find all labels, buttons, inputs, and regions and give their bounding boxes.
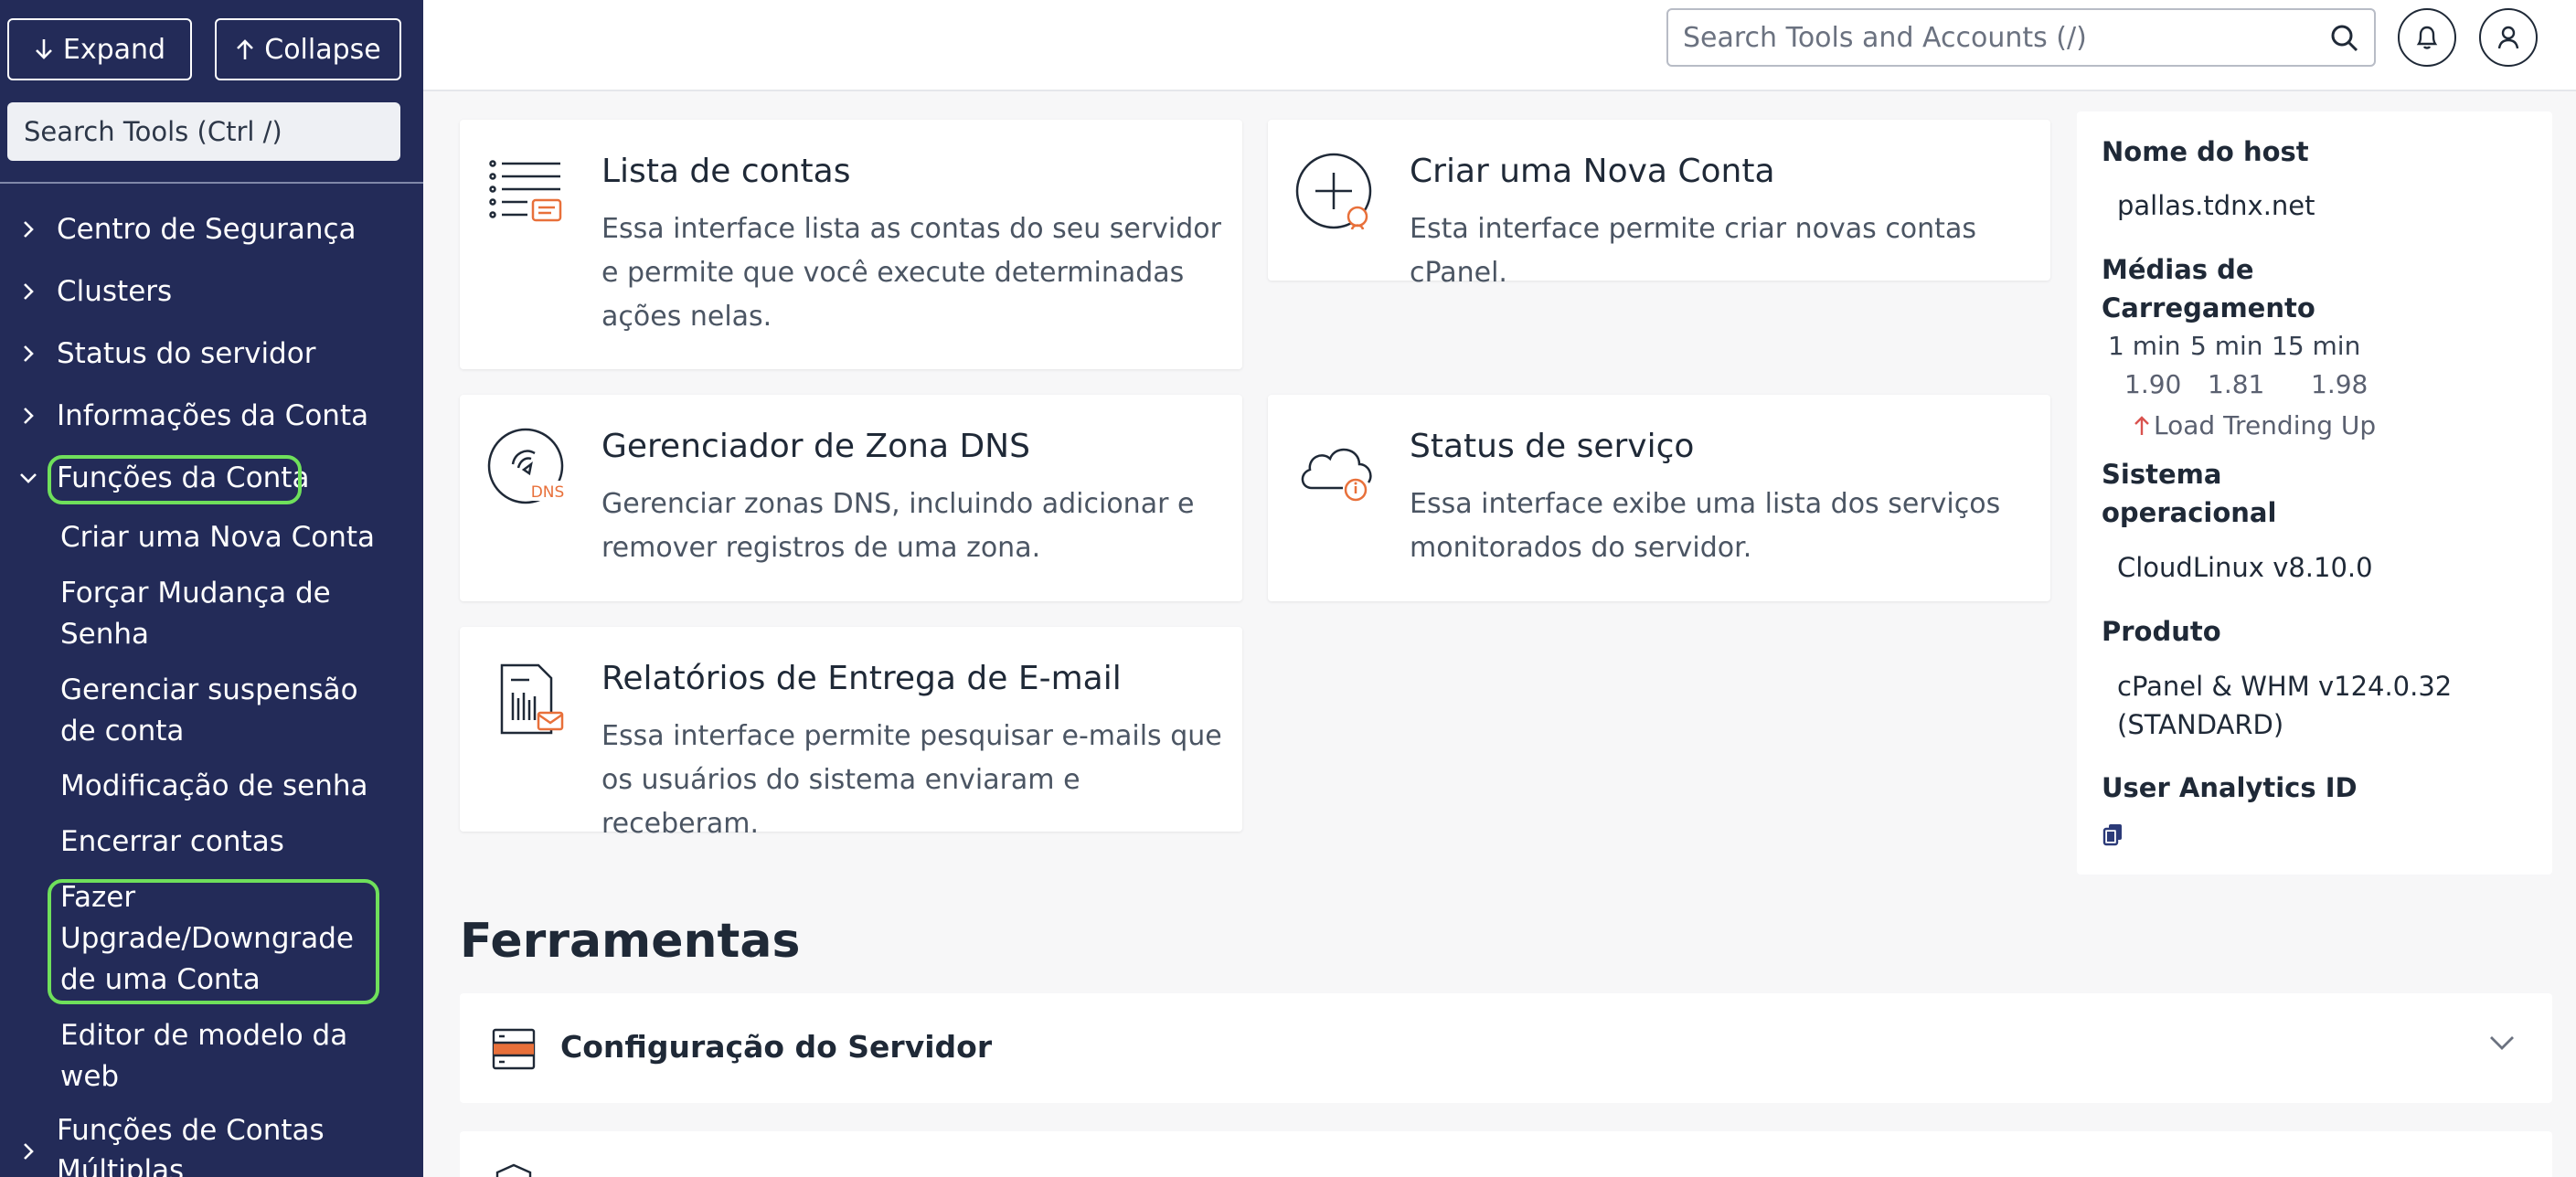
load-value-1min: 1.90	[2124, 369, 2182, 399]
arrow-up-icon	[237, 39, 254, 59]
user-menu-button[interactable]	[2479, 8, 2538, 67]
chevron-down-icon	[20, 473, 37, 483]
product-label: Produto	[2102, 616, 2221, 647]
card-title: Relatórios de Entrega de E-mail	[601, 660, 1122, 697]
chevron-right-icon	[24, 1143, 34, 1160]
sidebar-item-label: Clusters	[57, 275, 173, 308]
load-header-5min: 5 min	[2190, 331, 2263, 361]
global-search-placeholder: Search Tools and Accounts (/)	[1683, 21, 2087, 54]
server-info-panel: Nome do host pallas.tdnx.net Médias de C…	[2077, 111, 2552, 875]
top-bar: Search Tools and Accounts (/)	[423, 0, 2576, 91]
card-title: Status de serviço	[1410, 428, 1695, 465]
sidebar-subitem-manage-suspension[interactable]: Gerenciar suspensão de conta	[60, 670, 389, 752]
sidebar-item-label: Centro de Segurança	[57, 213, 357, 246]
sidebar-subitem-web-template-editor[interactable]: Editor de modelo da web	[60, 1015, 389, 1097]
card-dns-zone-manager[interactable]: DNS Gerenciador de Zona DNS Gerenciar zo…	[460, 395, 1242, 601]
sidebar-item-label: Status do servidor	[57, 337, 316, 370]
copy-icon[interactable]	[2102, 822, 2124, 846]
highlight-account-functions	[48, 455, 302, 504]
load-value-5min: 1.81	[2208, 369, 2265, 399]
global-search-input[interactable]: Search Tools and Accounts (/)	[1666, 8, 2376, 67]
card-description: Essa interface lista as contas do seu se…	[601, 213, 1221, 333]
create-account-icon	[1295, 153, 1372, 230]
card-description: Essa interface permite pesquisar e-mails…	[601, 720, 1222, 840]
sidebar-item-clusters[interactable]: Clusters	[0, 270, 423, 313]
sidebar-item-security-center[interactable]: Centro de Segurança	[0, 208, 423, 250]
collapse-button[interactable]: Collapse	[215, 18, 401, 80]
sidebar-subitem-create-account[interactable]: Criar uma Nova Conta	[60, 517, 389, 558]
load-value-15min: 1.98	[2311, 369, 2368, 399]
user-icon	[2497, 26, 2519, 49]
dns-icon: DNS	[487, 428, 568, 504]
expand-button[interactable]: Expand	[7, 18, 192, 80]
card-description: Essa interface exibe uma lista dos servi…	[1410, 488, 2001, 564]
email-report-icon	[500, 663, 564, 735]
os-label-line2: operacional	[2102, 497, 2277, 528]
os-label-line1: Sistema	[2102, 459, 2222, 490]
accordion-next-section[interactable]	[460, 1131, 2552, 1177]
sidebar-item-account-info[interactable]: Informações da Conta	[0, 395, 423, 437]
chevron-right-icon	[24, 345, 34, 362]
sidebar-divider	[0, 182, 423, 184]
hostname-label: Nome do host	[2102, 136, 2309, 167]
load-trend: Load Trending Up	[2134, 410, 2376, 440]
arrow-down-icon	[35, 39, 52, 59]
notifications-button[interactable]	[2398, 8, 2456, 67]
expand-label: Expand	[62, 33, 166, 66]
card-description: Gerenciar zonas DNS, incluindo adicionar…	[601, 488, 1195, 564]
sidebar-item-multi-account-functions[interactable]: Funções de Contas Múltiplas	[0, 1110, 423, 1177]
sidebar-subitem-force-password-change[interactable]: Forçar Mudança de Senha	[60, 573, 389, 655]
server-icon	[492, 1028, 536, 1070]
load-averages-label-line2: Carregamento	[2102, 292, 2315, 323]
sidebar-item-label: Informações da Conta	[57, 399, 369, 432]
user-analytics-label: User Analytics ID	[2102, 772, 2358, 803]
chevron-down-icon[interactable]	[2488, 1034, 2516, 1052]
sidebar-search-input[interactable]: Search Tools (Ctrl /)	[7, 102, 400, 161]
highlight-upgrade-downgrade	[48, 879, 379, 1004]
hostname-value: pallas.tdnx.net	[2117, 190, 2315, 221]
card-list-accounts[interactable]: Lista de contas Essa interface lista as …	[460, 120, 1242, 369]
product-value-line1: cPanel & WHM v124.0.32	[2117, 671, 2453, 702]
accordion-server-configuration[interactable]: Configuração do Servidor	[460, 993, 2552, 1103]
chevron-right-icon	[24, 283, 34, 300]
sidebar-subitem-terminate-accounts[interactable]: Encerrar contas	[60, 822, 389, 863]
cloud-status-icon	[1301, 448, 1372, 502]
accordion-title: Configuração do Servidor	[560, 1029, 993, 1065]
card-email-delivery-reports[interactable]: Relatórios de Entrega de E-mail Essa int…	[460, 627, 1242, 840]
svg-text:DNS: DNS	[531, 483, 565, 502]
sidebar-item-label: Funções de Contas Múltiplas	[57, 1114, 325, 1177]
card-service-status[interactable]: Status de serviço Essa interface exibe u…	[1268, 395, 2050, 601]
chevron-right-icon	[24, 408, 34, 424]
sidebar-item-server-status[interactable]: Status do servidor	[0, 333, 423, 375]
load-header-15min: 15 min	[2272, 331, 2361, 361]
load-trend-text: Load Trending Up	[2154, 410, 2377, 440]
card-title: Lista de contas	[601, 153, 851, 190]
chevron-right-icon	[24, 221, 34, 238]
load-header-1min: 1 min	[2108, 331, 2181, 361]
card-description: Esta interface permite criar novas conta…	[1410, 213, 1976, 289]
card-title: Criar uma Nova Conta	[1410, 153, 1775, 190]
search-icon[interactable]	[2330, 24, 2359, 53]
arrow-up-trend-icon	[2134, 415, 2149, 435]
shield-icon	[495, 1163, 532, 1177]
card-title: Gerenciador de Zona DNS	[601, 428, 1030, 465]
sidebar-subitem-password-modification[interactable]: Modificação de senha	[60, 766, 389, 807]
sidebar: Expand Collapse Search Tools (Ctrl /) Ce…	[0, 0, 423, 1177]
bell-icon	[2416, 26, 2438, 49]
list-accounts-icon	[489, 160, 562, 222]
os-value: CloudLinux v8.10.0	[2117, 552, 2373, 583]
product-value-line2: (STANDARD)	[2117, 709, 2284, 740]
card-create-account[interactable]: Criar uma Nova Conta Esta interface perm…	[1268, 120, 2050, 289]
collapse-label: Collapse	[264, 33, 381, 66]
sidebar-search-placeholder: Search Tools (Ctrl /)	[24, 116, 282, 147]
tools-heading: Ferramentas	[460, 914, 801, 969]
load-averages-label-line1: Médias de	[2102, 254, 2254, 285]
